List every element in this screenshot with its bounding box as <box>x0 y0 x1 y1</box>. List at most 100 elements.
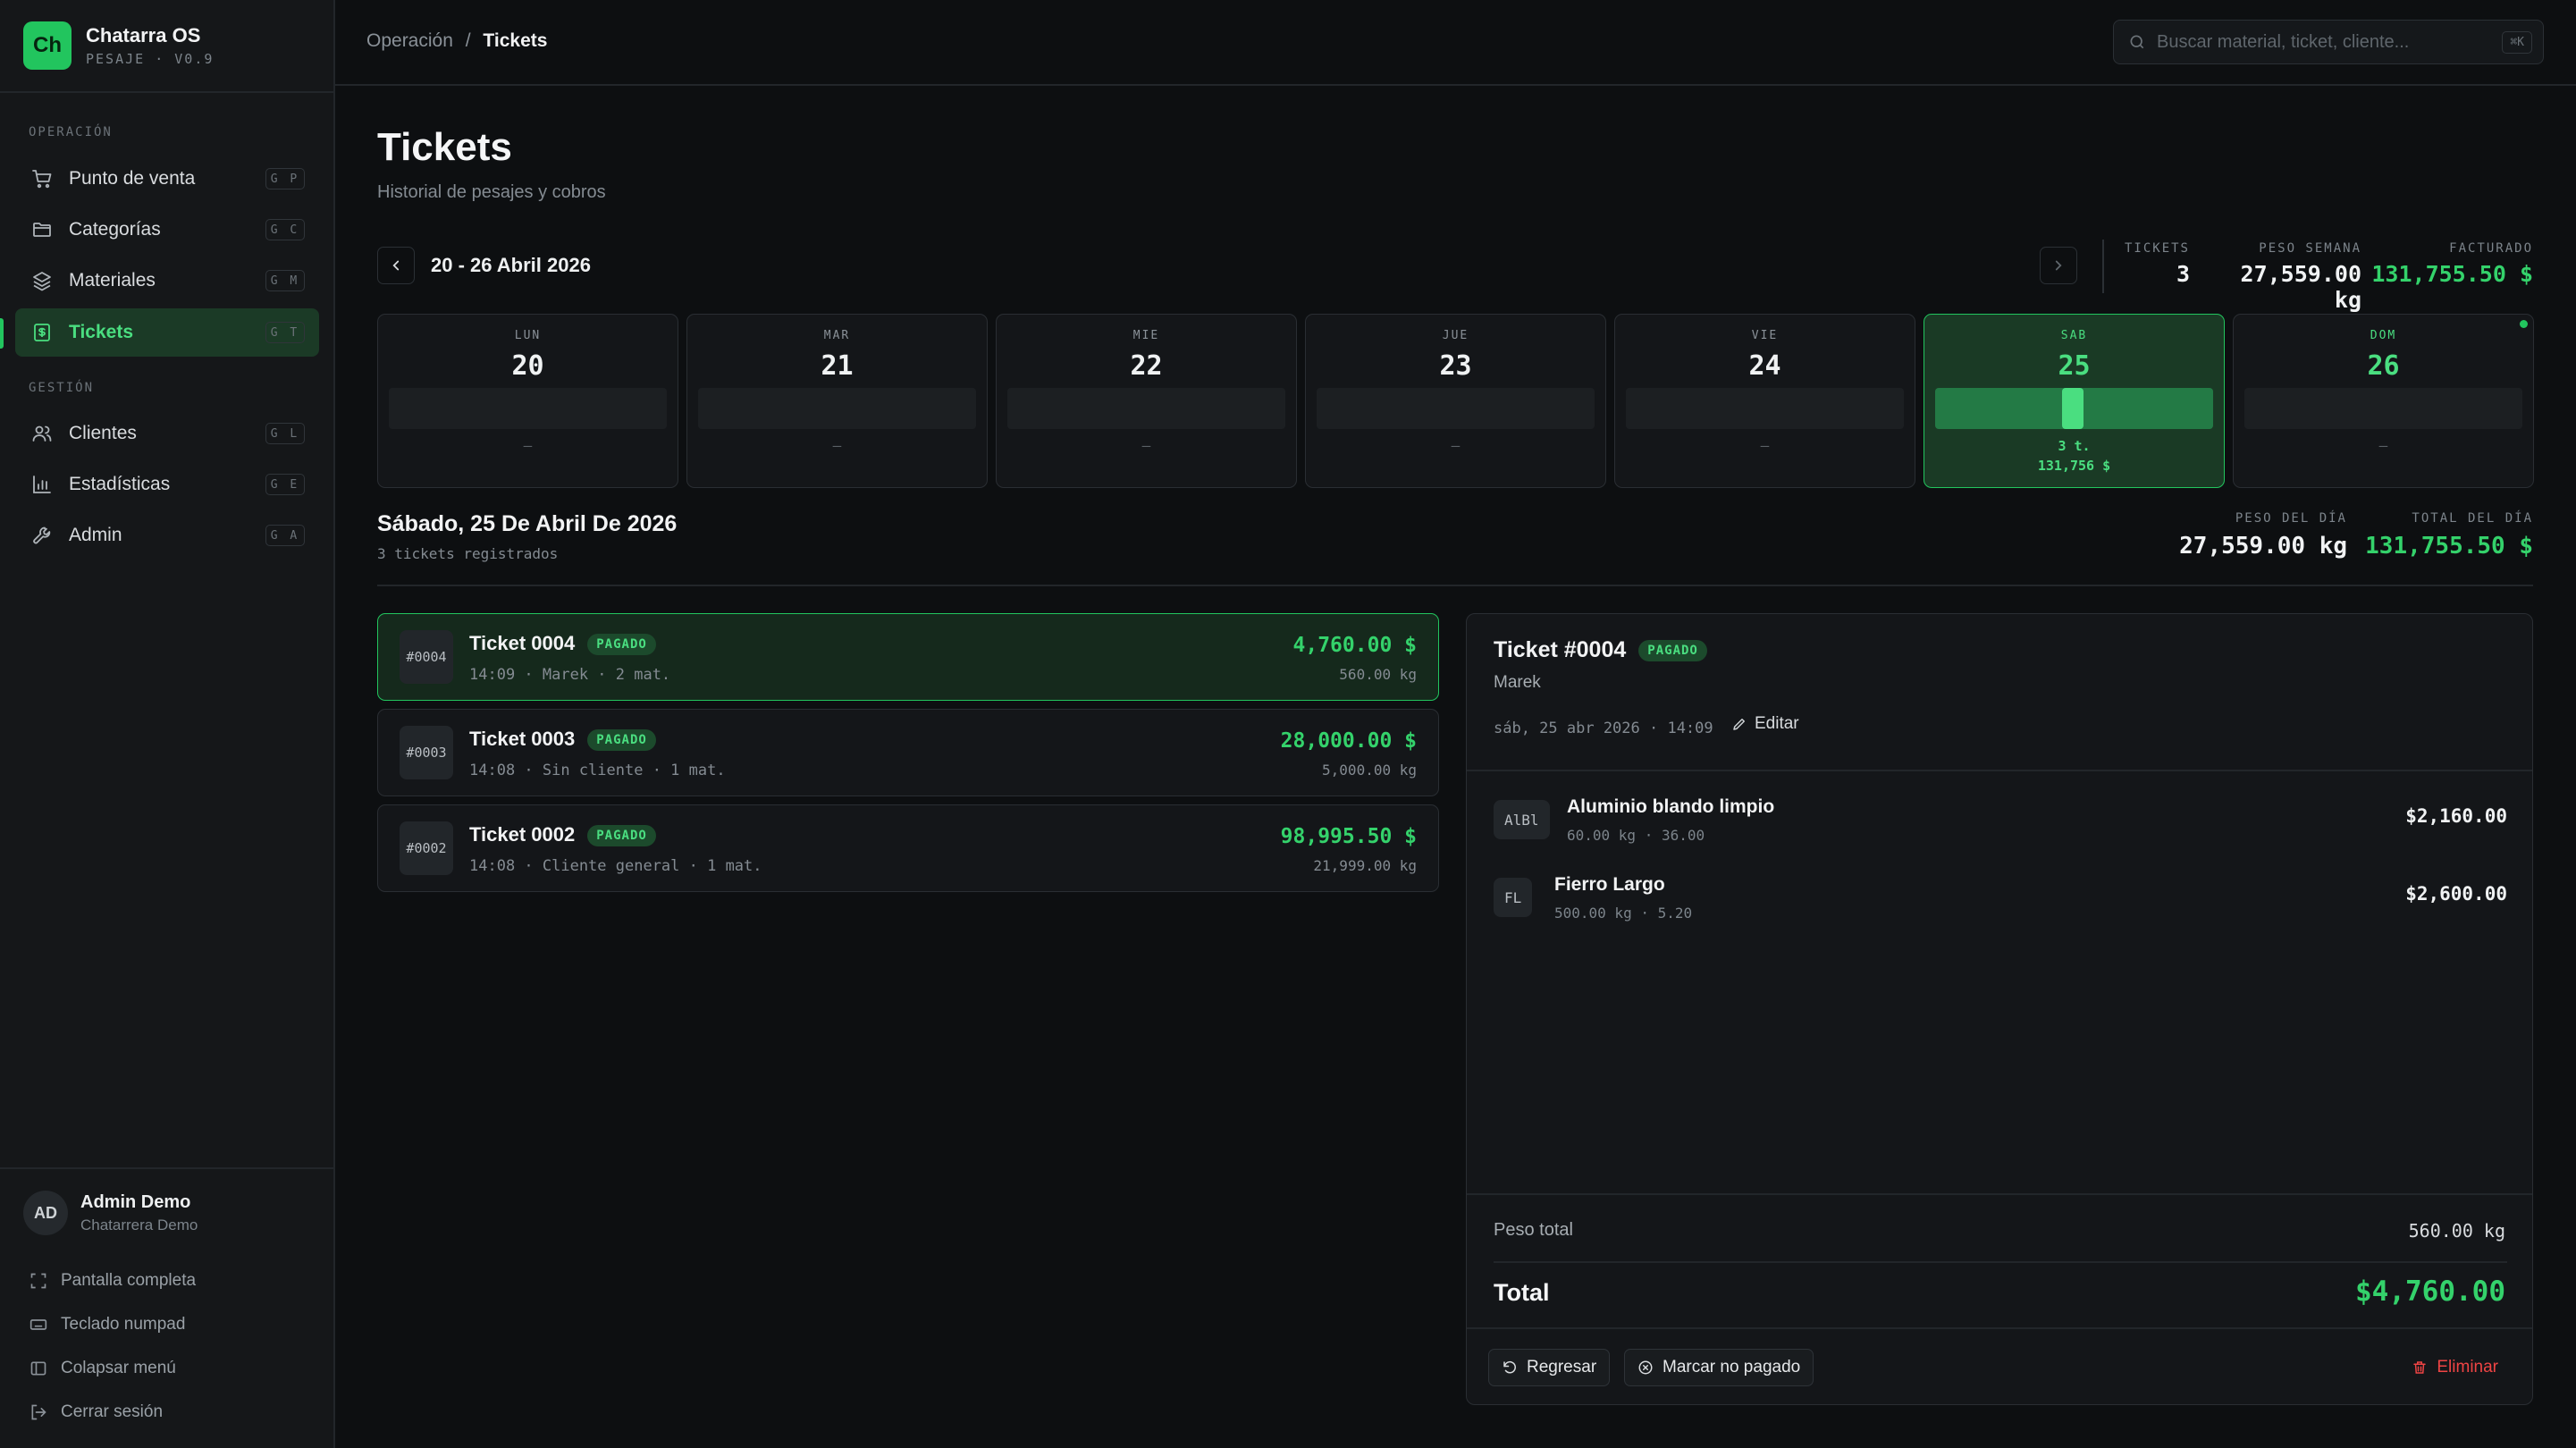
fullscreen-icon <box>29 1271 48 1291</box>
logout-label: Cerrar sesión <box>61 1402 164 1421</box>
delete-button[interactable]: Eliminar <box>2412 1349 2498 1386</box>
day-empty: – <box>1760 437 1770 454</box>
day-title: Sábado, 25 De Abril De 2026 <box>377 511 678 536</box>
x-circle-icon <box>1637 1360 1654 1376</box>
divider <box>1467 770 2532 771</box>
ticket-weight: 5,000.00 kg <box>1322 762 1417 779</box>
shortcut-hint: G P <box>265 168 305 189</box>
ticket-title: Ticket 0002 <box>469 823 576 846</box>
material-meta: 60.00 kg · 36.00 <box>1567 827 1705 844</box>
stat-label: PESO DEL DÍA <box>2235 511 2347 526</box>
stat-tickets: TICKETS 3 <box>2109 241 2190 287</box>
day-card-mar[interactable]: MAR 21 – <box>686 314 988 488</box>
day-name: JUE <box>1442 329 1469 342</box>
status-badge: PAGADO <box>587 825 656 847</box>
today-indicator <box>2520 320 2528 328</box>
ticket-number: #0004 <box>400 630 453 684</box>
sidebar-item-estadisticas[interactable]: Estadísticas G E <box>15 460 319 509</box>
day-empty: – <box>523 437 533 454</box>
divider <box>0 91 333 93</box>
material-code: AlBl <box>1494 800 1550 839</box>
ticket-meta: 14:08 · Cliente general · 1 mat. <box>469 857 762 875</box>
regresar-button[interactable]: Regresar <box>1488 1349 1611 1386</box>
day-card-dom[interactable]: DOM 26 – <box>2233 314 2534 488</box>
day-card-sab[interactable]: SAB 25 3 t. 131,756 $ <box>1924 314 2225 488</box>
divider <box>1467 1193 2532 1195</box>
mark-unpaid-label: Marcar no pagado <box>1663 1358 1801 1376</box>
day-empty: – <box>2378 437 2388 454</box>
day-bar <box>1317 388 1595 429</box>
day-card-mie[interactable]: MIE 22 – <box>996 314 1297 488</box>
section-label-gestion: GESTIÓN <box>29 381 95 395</box>
detail-title-text: Ticket #0004 <box>1494 637 1627 662</box>
shortcut-hint: G T <box>265 322 305 343</box>
brand[interactable]: Ch Chatarra OS PESAJE · V0.9 <box>23 21 214 70</box>
mark-unpaid-button[interactable]: Marcar no pagado <box>1624 1349 1814 1386</box>
user-name: Admin Demo <box>80 1191 191 1212</box>
day-name: SAB <box>2060 329 2088 342</box>
next-week-button[interactable] <box>2040 247 2077 284</box>
ticket-detail-panel: Ticket #0004 PAGADO Marek sáb, 25 abr 202… <box>1466 613 2533 1405</box>
sidebar-item-punto-de-venta[interactable]: Punto de venta G P <box>15 155 319 203</box>
sidebar-item-materiales[interactable]: Materiales G M <box>15 257 319 305</box>
day-card-vie[interactable]: VIE 24 – <box>1614 314 1915 488</box>
peso-total-value: 560.00 kg <box>2408 1220 2505 1242</box>
sidebar-item-clientes[interactable]: Clientes G L <box>15 409 319 458</box>
search-icon <box>2128 33 2146 51</box>
shortcut-hint: G C <box>265 219 305 240</box>
ticket-title: Ticket 0003 <box>469 728 576 750</box>
divider <box>377 585 2533 586</box>
prev-week-button[interactable] <box>377 247 415 284</box>
day-empty: – <box>1141 437 1151 454</box>
sidebar-collapse-icon <box>29 1359 48 1378</box>
numpad-keyboard-button[interactable]: Teclado numpad <box>29 1315 185 1334</box>
day-number: 20 <box>511 350 544 382</box>
stat-value: 3 <box>2176 261 2190 287</box>
sidebar-item-admin[interactable]: Admin G A <box>15 511 319 560</box>
total-label: Total <box>1494 1279 1550 1306</box>
ticket-row[interactable]: #0004 Ticket 0004 PAGADO 14:09 · Marek · … <box>377 613 1439 701</box>
collapse-menu-button[interactable]: Colapsar menú <box>29 1359 176 1378</box>
material-name: Fierro Largo <box>1554 874 1665 895</box>
material-code: FL <box>1494 878 1533 917</box>
stat-value: 131,755.50 $ <box>2371 261 2533 287</box>
ticket-row[interactable]: #0003 Ticket 0003 PAGADO 14:08 · Sin clie… <box>377 709 1439 796</box>
day-card-lun[interactable]: LUN 20 – <box>377 314 678 488</box>
sidebar-item-categorias[interactable]: Categorías G C <box>15 206 319 254</box>
ticket-amount: 28,000.00 $ <box>1280 729 1417 753</box>
ticket-row[interactable]: #0002 Ticket 0002 PAGADO 14:08 · Cliente … <box>377 804 1439 892</box>
stat-total-dia: TOTAL DEL DÍA 131,755.50 $ <box>2360 511 2533 560</box>
logout-button[interactable]: Cerrar sesión <box>29 1402 163 1422</box>
ticket-name: Ticket 0002 PAGADO <box>469 823 656 847</box>
day-amount: 131,756 $ <box>2037 458 2111 474</box>
user-org: Chatarrera Demo <box>80 1216 198 1233</box>
day-number: 23 <box>1439 350 1472 382</box>
day-bar <box>1007 388 1285 429</box>
sidebar-item-tickets[interactable]: Tickets G T <box>15 308 319 357</box>
ticket-title: Ticket 0004 <box>469 632 576 654</box>
day-ticket-count-label: 3 tickets registrados <box>377 545 559 562</box>
detail-title: Ticket #0004 PAGADO <box>1494 637 1707 663</box>
total-value: $4,760.00 <box>2355 1275 2505 1308</box>
fullscreen-label: Pantalla completa <box>61 1271 197 1290</box>
day-card-jue[interactable]: JUE 23 – <box>1305 314 1606 488</box>
stat-label: TOTAL DEL DÍA <box>2412 511 2533 526</box>
search-input[interactable]: Buscar material, ticket, cliente... ⌘K <box>2113 20 2544 64</box>
edit-label: Editar <box>1755 714 1799 733</box>
breadcrumb-parent[interactable]: Operación <box>366 30 453 51</box>
stat-value: 27,559.00 kg <box>2179 533 2347 560</box>
shortcut-hint: G A <box>265 525 305 546</box>
wrench-icon <box>29 523 55 548</box>
users-icon <box>29 421 55 446</box>
ticket-weight: 21,999.00 kg <box>1313 857 1417 874</box>
day-empty: – <box>1451 437 1461 454</box>
fullscreen-button[interactable]: Pantalla completa <box>29 1271 196 1291</box>
day-name: DOM <box>2370 329 2397 342</box>
pencil-icon <box>1731 716 1747 732</box>
ticket-name: Ticket 0003 PAGADO <box>469 728 656 752</box>
sidebar-item-label: Clientes <box>69 423 137 443</box>
edit-button[interactable]: Editar <box>1731 714 1799 734</box>
day-bar <box>2244 388 2522 429</box>
user-profile[interactable]: AD Admin Demo Chatarrera Demo <box>23 1191 198 1235</box>
shortcut-hint: G M <box>265 270 305 291</box>
